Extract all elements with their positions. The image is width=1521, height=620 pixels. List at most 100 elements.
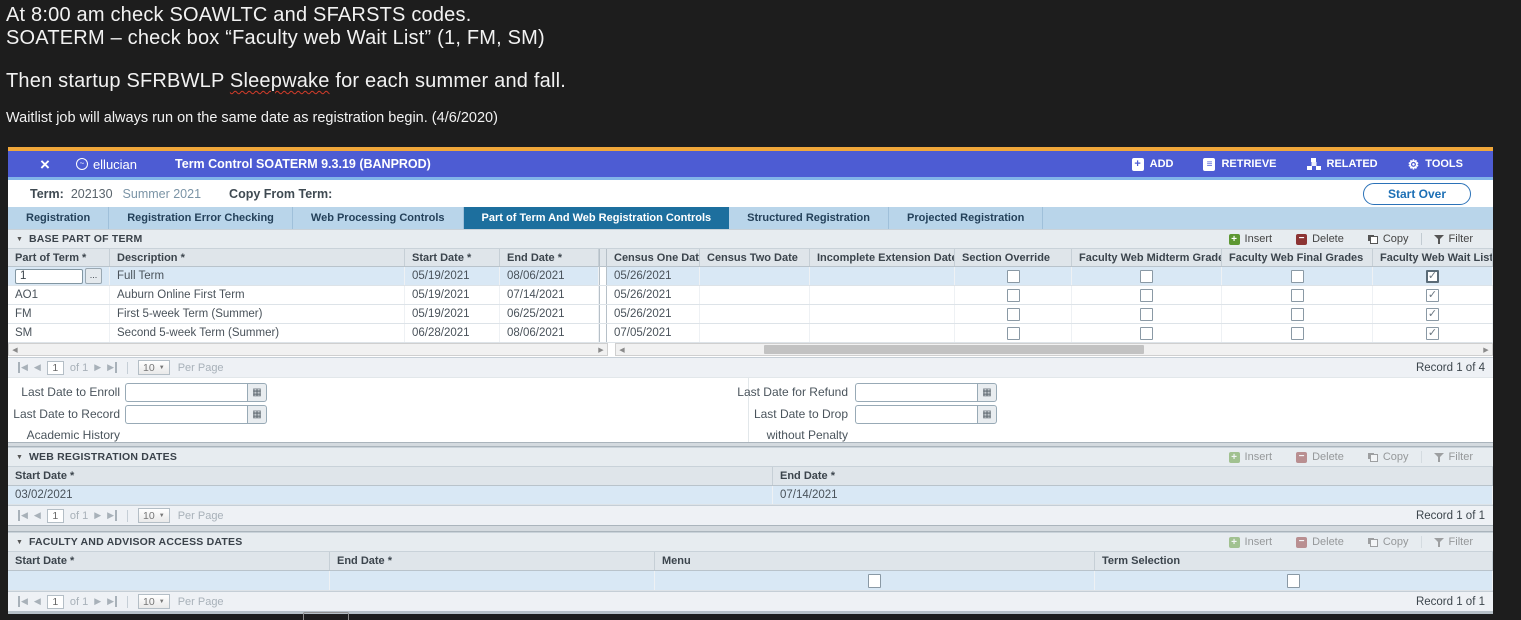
delete-button[interactable]: −Delete: [1284, 536, 1356, 548]
per-page-select[interactable]: 10▼: [138, 508, 170, 523]
table-row[interactable]: AO1 Auburn Online First Term 05/19/2021 …: [8, 286, 1493, 305]
term-selection-checkbox[interactable]: [1287, 574, 1300, 588]
filter-button[interactable]: Filter: [1421, 233, 1485, 245]
tab-registration[interactable]: Registration: [8, 207, 109, 229]
faculty-web-midterm-checkbox[interactable]: [1140, 289, 1153, 302]
collapse-arrow-icon[interactable]: ▼: [16, 454, 23, 461]
calendar-icon[interactable]: ▦: [977, 383, 997, 402]
page-number[interactable]: 1: [47, 595, 64, 609]
last-page-icon[interactable]: ▶: [107, 596, 117, 607]
section-divider: [8, 525, 1493, 532]
related-icon: [1307, 158, 1321, 170]
faculty-web-midterm-checkbox[interactable]: [1140, 308, 1153, 321]
term-label: Term:: [30, 187, 64, 201]
chevron-down-icon: ▼: [159, 513, 165, 519]
prev-page-icon[interactable]: ◀: [34, 362, 41, 373]
calendar-icon[interactable]: ▦: [977, 405, 997, 424]
delete-button[interactable]: −Delete: [1284, 451, 1356, 463]
record-count: Record 1 of 1: [1416, 510, 1485, 522]
last-page-icon[interactable]: ▶: [107, 362, 117, 373]
faculty-web-final-checkbox[interactable]: [1291, 308, 1304, 321]
key-block: Term: 202130 Summer 2021 Copy From Term:…: [8, 180, 1493, 207]
table-row[interactable]: ... Full Term 05/19/2021 08/06/2021 05/2…: [8, 267, 1493, 286]
filter-button[interactable]: Filter: [1421, 536, 1485, 548]
frozen-pane-scrollbar[interactable]: ◀▶: [8, 343, 608, 356]
prev-page-icon[interactable]: ◀: [34, 510, 41, 521]
academic-history-label: Academic History: [27, 428, 120, 442]
scroll-pane-scrollbar[interactable]: ◀ ▶: [615, 343, 1493, 356]
faculty-web-waitlist-checkbox[interactable]: [1426, 270, 1439, 283]
section-override-checkbox[interactable]: [1007, 289, 1020, 302]
per-page-select[interactable]: 10▼: [138, 360, 170, 375]
table-row[interactable]: FM First 5-week Term (Summer) 05/19/2021…: [8, 305, 1493, 324]
tab-registration-error-checking[interactable]: Registration Error Checking: [109, 207, 293, 229]
per-page-select[interactable]: 10▼: [138, 594, 170, 609]
copy-button[interactable]: Copy: [1356, 536, 1421, 548]
copy-button[interactable]: Copy: [1356, 451, 1421, 463]
related-button[interactable]: RELATED: [1307, 158, 1378, 170]
section-header-web-registration-dates: ▼ WEB REGISTRATION DATES +Insert −Delete…: [8, 447, 1493, 467]
section-override-checkbox[interactable]: [1007, 270, 1020, 283]
filter-icon: [1434, 452, 1444, 462]
first-page-icon[interactable]: ◀: [18, 362, 28, 373]
last-date-for-refund-input[interactable]: [855, 383, 977, 402]
copy-icon: [1368, 538, 1378, 547]
page-number[interactable]: 1: [47, 509, 64, 523]
calendar-icon[interactable]: ▦: [247, 405, 267, 424]
copy-button[interactable]: Copy: [1356, 233, 1421, 245]
last-date-to-record-input[interactable]: [125, 405, 247, 424]
tab-web-processing-controls[interactable]: Web Processing Controls: [293, 207, 464, 229]
web-registration-dates-pagination: ◀ ◀ 1 of 1 ▶ ▶ 10▼ Per Page Record 1 of …: [8, 505, 1493, 525]
part-of-term-input[interactable]: [15, 269, 83, 284]
insert-button[interactable]: +Insert: [1217, 451, 1285, 463]
without-penalty-label: without Penalty: [767, 428, 848, 442]
filter-button[interactable]: Filter: [1421, 451, 1485, 463]
faculty-advisor-access-dates-column-headers: Start Date * End Date * Menu Term Select…: [8, 552, 1493, 571]
section-override-checkbox[interactable]: [1007, 327, 1020, 340]
page-number[interactable]: 1: [47, 361, 64, 375]
insert-button[interactable]: +Insert: [1217, 233, 1285, 245]
prev-page-icon[interactable]: ◀: [34, 596, 41, 607]
faculty-web-final-checkbox[interactable]: [1291, 327, 1304, 340]
calendar-icon[interactable]: ▦: [247, 383, 267, 402]
tools-button[interactable]: ⚙TOOLS: [1408, 158, 1463, 171]
first-page-icon[interactable]: ◀: [18, 596, 28, 607]
faculty-web-waitlist-checkbox[interactable]: [1426, 308, 1439, 321]
last-date-to-enroll-input[interactable]: [125, 383, 247, 402]
tab-projected-registration[interactable]: Projected Registration: [889, 207, 1043, 229]
next-page-icon[interactable]: ▶: [94, 362, 101, 373]
faculty-web-midterm-checkbox[interactable]: [1140, 270, 1153, 283]
filter-icon: [1434, 234, 1444, 244]
faculty-web-midterm-checkbox[interactable]: [1140, 327, 1153, 340]
start-over-button[interactable]: Start Over: [1363, 183, 1471, 205]
first-page-icon[interactable]: ◀: [18, 510, 28, 521]
faculty-web-waitlist-checkbox[interactable]: [1426, 289, 1439, 302]
menu-checkbox[interactable]: [868, 574, 881, 588]
table-row[interactable]: 03/02/2021 07/14/2021: [8, 486, 1493, 505]
insert-button[interactable]: +Insert: [1217, 536, 1285, 548]
soaterm-window: × ~ ellucian Term Control SOATERM 9.3.19…: [8, 147, 1493, 614]
tab-part-of-term-and-web-registration-controls[interactable]: Part of Term And Web Registration Contro…: [464, 207, 730, 229]
faculty-web-final-checkbox[interactable]: [1291, 289, 1304, 302]
next-page-icon[interactable]: ▶: [94, 510, 101, 521]
last-page-icon[interactable]: ▶: [107, 510, 117, 521]
tab-structured-registration[interactable]: Structured Registration: [729, 207, 889, 229]
record-count: Record 1 of 4: [1416, 362, 1485, 374]
faculty-web-final-checkbox[interactable]: [1291, 270, 1304, 283]
add-button[interactable]: ADD: [1132, 158, 1174, 171]
last-date-to-drop-input[interactable]: [855, 405, 977, 424]
base-part-of-term-column-headers: Part of Term * Description * Start Date …: [8, 249, 1493, 267]
collapse-arrow-icon[interactable]: ▼: [16, 539, 23, 546]
retrieve-button[interactable]: RETRIEVE: [1203, 158, 1276, 171]
last-date-for-refund-label: Last Date for Refund: [737, 385, 848, 399]
next-page-icon[interactable]: ▶: [94, 596, 101, 607]
lookup-ellipsis-button[interactable]: ...: [85, 268, 102, 284]
scrollbar-thumb[interactable]: [764, 345, 1144, 354]
section-override-checkbox[interactable]: [1007, 308, 1020, 321]
close-icon[interactable]: ×: [40, 156, 50, 173]
table-row[interactable]: SM Second 5-week Term (Summer) 06/28/202…: [8, 324, 1493, 343]
table-row[interactable]: [8, 571, 1493, 591]
delete-button[interactable]: −Delete: [1284, 233, 1356, 245]
collapse-arrow-icon[interactable]: ▼: [16, 236, 23, 243]
faculty-web-waitlist-checkbox[interactable]: [1426, 327, 1439, 340]
